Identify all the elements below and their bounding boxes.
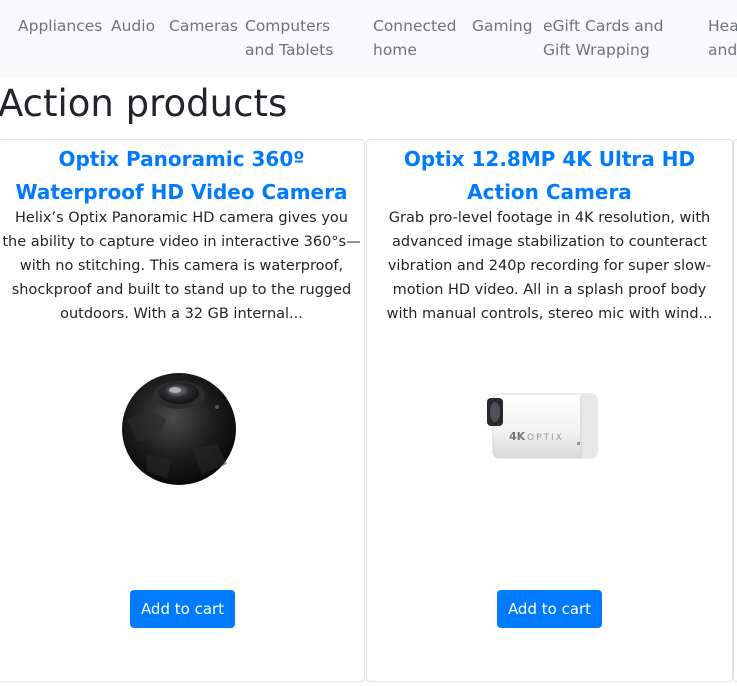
next-product-card-edge	[733, 139, 737, 682]
category-navbar: Appliances Audio Cameras Computers and T…	[0, 0, 737, 78]
nav-item-cameras[interactable]: Cameras	[169, 14, 238, 38]
nav-item-gaming[interactable]: Gaming	[472, 14, 533, 38]
product-title-link[interactable]: Optix Panoramic 360º Waterproof HD Video…	[0, 143, 364, 209]
nav-item-health[interactable]: Health and	[708, 14, 737, 62]
nav-item-connected-home[interactable]: Connected home	[373, 14, 459, 62]
product-image[interactable]	[117, 369, 245, 489]
page-title: Action products	[0, 82, 288, 125]
svg-text:4K: 4K	[509, 430, 526, 443]
svg-text:OPTIX: OPTIX	[527, 433, 564, 443]
product-card: Optix 12.8MP 4K Ultra HD Action Camera G…	[366, 139, 733, 682]
nav-item-egift-cards[interactable]: eGift Cards and Gift Wrapping	[543, 14, 693, 62]
product-title-link[interactable]: Optix 12.8MP 4K Ultra HD Action Camera	[367, 143, 732, 209]
product-description: Grab pro-level footage in 4K resolution,…	[386, 210, 713, 322]
product-image[interactable]: 4K OPTIX	[485, 390, 605, 462]
nav-item-computers-and-tablets[interactable]: Computers and Tablets	[245, 14, 363, 62]
nav-item-appliances[interactable]: Appliances	[18, 14, 102, 38]
nav-item-audio[interactable]: Audio	[111, 14, 155, 38]
product-card: Optix Panoramic 360º Waterproof HD Video…	[0, 139, 365, 682]
add-to-cart-button[interactable]: Add to cart	[497, 590, 602, 628]
product-description: Helix’s Optix Panoramic HD camera gives …	[2, 210, 361, 322]
add-to-cart-button[interactable]: Add to cart	[130, 590, 235, 628]
